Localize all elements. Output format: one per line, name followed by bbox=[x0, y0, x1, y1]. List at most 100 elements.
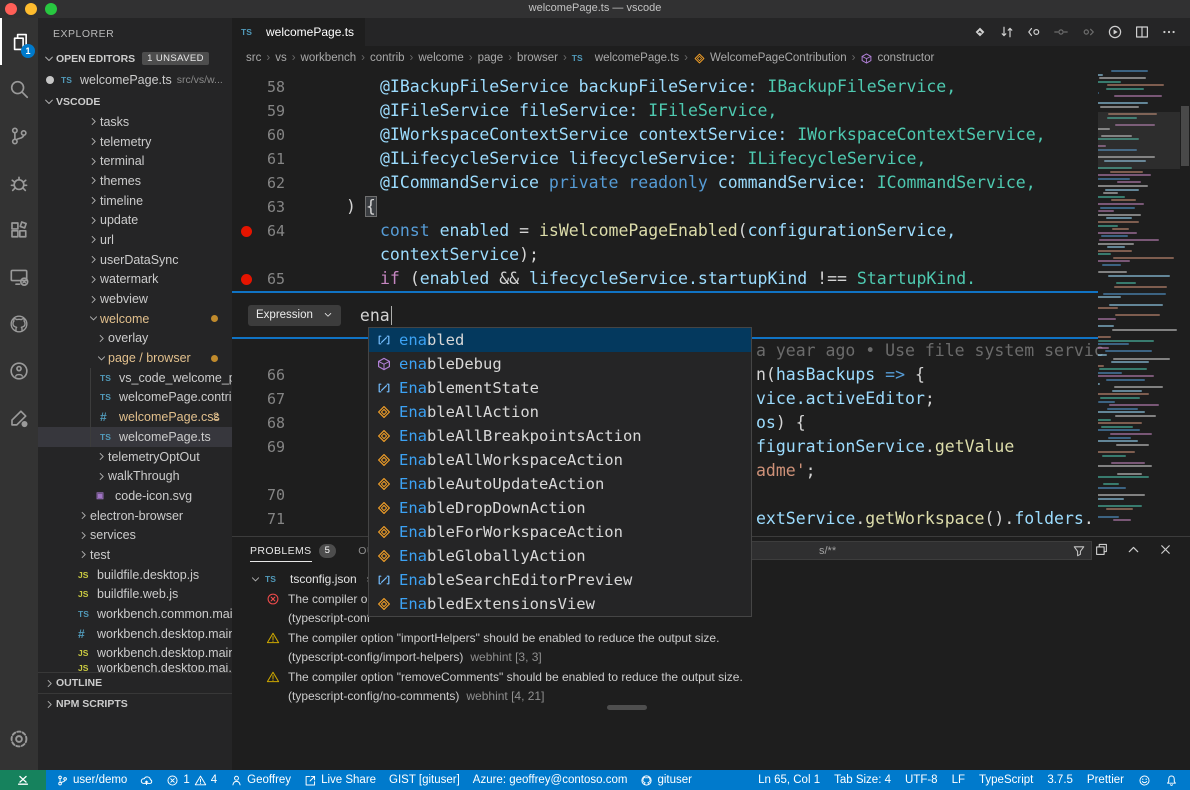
line-number-gutter[interactable]: 59 bbox=[232, 99, 312, 123]
suggestion-enableallaction[interactable]: EnableAllAction bbox=[369, 400, 751, 424]
breadcrumb-item-welcomepage-ts[interactable]: TSwelcomePage.ts bbox=[572, 52, 679, 64]
suggestion-enabled[interactable]: enabled bbox=[369, 328, 751, 352]
next-change-icon[interactable] bbox=[1080, 24, 1096, 40]
breakpoint-icon[interactable] bbox=[241, 226, 252, 237]
line-number-gutter[interactable]: 66 bbox=[232, 363, 312, 387]
line-number-gutter[interactable]: 61 bbox=[232, 147, 312, 171]
remote-indicator[interactable] bbox=[0, 770, 46, 790]
problem-meta[interactable]: (typescript-config/no-comments)webhint [… bbox=[232, 687, 1190, 707]
status-item-3-7-5[interactable]: 3.7.5 bbox=[1047, 774, 1073, 786]
run-circle-icon[interactable] bbox=[1107, 24, 1123, 40]
suggestion-enablesearcheditorpreview[interactable]: EnableSearchEditorPreview bbox=[369, 568, 751, 592]
restore-panel-icon[interactable] bbox=[1094, 542, 1109, 557]
line-number-gutter[interactable]: 65 bbox=[232, 267, 312, 291]
tree-item-welcomepage-contri-[interactable]: TSwelcomePage.contri... bbox=[38, 388, 232, 408]
line-number-gutter[interactable] bbox=[232, 339, 312, 363]
line-number-gutter[interactable]: 58 bbox=[232, 75, 312, 99]
workspace-section-header[interactable]: VSCODE bbox=[38, 91, 232, 112]
breadcrumb-item-workbench[interactable]: workbench bbox=[301, 52, 357, 64]
tree-item-vs-code-welcome-pa-[interactable]: TSvs_code_welcome_pa... bbox=[38, 368, 232, 388]
tree-item-buildfile-desktop-js[interactable]: JSbuildfile.desktop.js bbox=[38, 565, 232, 585]
activity-bar-item-search[interactable] bbox=[0, 65, 38, 112]
breadcrumb-item-constructor[interactable]: constructor bbox=[860, 52, 934, 65]
maximize-panel-icon[interactable] bbox=[1126, 542, 1141, 557]
tree-item-page-browser[interactable]: page / browser bbox=[38, 348, 232, 368]
breakpoint-icon[interactable] bbox=[241, 274, 252, 285]
line-number-gutter[interactable] bbox=[232, 459, 312, 483]
tree-item-webview[interactable]: webview bbox=[38, 289, 232, 309]
tab-welcomepage[interactable]: TS welcomePage.ts bbox=[232, 18, 365, 46]
breadcrumb-item-src[interactable]: src bbox=[246, 52, 261, 64]
problem-meta[interactable]: (typescript-config/import-helpers)webhin… bbox=[232, 648, 1190, 668]
status-item-tab-size-4[interactable]: Tab Size: 4 bbox=[834, 774, 891, 786]
status-item-feedback-smiley[interactable] bbox=[1138, 774, 1151, 787]
line-number-gutter[interactable]: 70 bbox=[232, 483, 312, 507]
line-number-gutter[interactable]: 60 bbox=[232, 123, 312, 147]
tree-item-timeline[interactable]: timeline bbox=[38, 191, 232, 211]
sidebar-section-npm-scripts[interactable]: NPM SCRIPTS bbox=[38, 693, 232, 714]
status-item-1[interactable]: 14 bbox=[166, 774, 217, 787]
breadcrumb-item-page[interactable]: page bbox=[478, 52, 504, 64]
tree-item-tasks[interactable]: tasks bbox=[38, 112, 232, 132]
breadcrumb-item-browser[interactable]: browser bbox=[517, 52, 558, 64]
tree-item-electron-browser[interactable]: electron-browser bbox=[38, 506, 232, 526]
tree-item-welcomepage-css[interactable]: #welcomePage.css2 bbox=[38, 407, 232, 427]
tree-item-walkthrough[interactable]: walkThrough bbox=[38, 466, 232, 486]
open-editors-header[interactable]: OPEN EDITORS 1 UNSAVED bbox=[38, 48, 232, 69]
status-item-ln-65-col-1[interactable]: Ln 65, Col 1 bbox=[758, 774, 820, 786]
activity-bar-item-github[interactable] bbox=[0, 300, 38, 347]
panel-horizontal-scrollbar[interactable] bbox=[607, 705, 647, 710]
tree-item-code-icon-svg[interactable]: ▣code-icon.svg bbox=[38, 486, 232, 506]
tree-item-workbench-common-mai-[interactable]: TSworkbench.common.mai... bbox=[38, 604, 232, 624]
activity-bar-item-explorer[interactable]: 1 bbox=[0, 18, 38, 65]
suggestion-enablementstate[interactable]: EnablementState bbox=[369, 376, 751, 400]
tree-item-telemetry[interactable]: telemetry bbox=[38, 132, 232, 152]
status-item-gist-gituser-[interactable]: GIST [gituser] bbox=[389, 774, 460, 786]
status-item-utf-8[interactable]: UTF-8 bbox=[905, 774, 938, 786]
status-item-typescript[interactable]: TypeScript bbox=[979, 774, 1033, 786]
line-number-gutter[interactable]: 64 bbox=[232, 219, 312, 243]
problem-row[interactable]: The compiler option "removeComments" sho… bbox=[232, 667, 1190, 687]
status-item-lf[interactable]: LF bbox=[952, 774, 965, 786]
status-item-user-demo[interactable]: user/demo bbox=[56, 774, 127, 787]
activity-bar-item-remote-explorer[interactable] bbox=[0, 253, 38, 300]
tree-item-buildfile-web-js[interactable]: JSbuildfile.web.js bbox=[38, 585, 232, 605]
suggestion-enableallbreakpointsaction[interactable]: EnableAllBreakpointsAction bbox=[369, 424, 751, 448]
tree-item-test[interactable]: test bbox=[38, 545, 232, 565]
status-item-gituser[interactable]: gituser bbox=[640, 774, 692, 787]
expression-mode-dropdown[interactable]: Expression bbox=[248, 305, 341, 326]
breadcrumb-item-vs[interactable]: vs bbox=[275, 52, 287, 64]
panel-tab-problems[interactable]: PROBLEMS5 bbox=[250, 540, 336, 562]
close-panel-icon[interactable] bbox=[1158, 542, 1173, 557]
line-number-gutter[interactable]: 68 bbox=[232, 411, 312, 435]
status-item-geoffrey[interactable]: Geoffrey bbox=[230, 774, 291, 787]
line-number-gutter[interactable]: 62 bbox=[232, 171, 312, 195]
tree-item-watermark[interactable]: watermark bbox=[38, 270, 232, 290]
tree-item-update[interactable]: update bbox=[38, 210, 232, 230]
activity-bar-item-extensions[interactable] bbox=[0, 206, 38, 253]
tree-item-userdatasync[interactable]: userDataSync bbox=[38, 250, 232, 270]
tree-item-terminal[interactable]: terminal bbox=[38, 151, 232, 171]
activity-bar-item-run-debug[interactable] bbox=[0, 159, 38, 206]
tree-item-workbench-desktop-main-[interactable]: JSworkbench.desktop.main... bbox=[38, 644, 232, 664]
tree-item-overlay[interactable]: overlay bbox=[38, 329, 232, 349]
activity-bar-item-live-share[interactable] bbox=[0, 347, 38, 394]
session-diamond-icon[interactable] bbox=[972, 24, 988, 40]
line-number-gutter[interactable]: 71 bbox=[232, 507, 312, 531]
tree-item-themes[interactable]: themes bbox=[38, 171, 232, 191]
suggestion-enabledextensionsview[interactable]: EnabledExtensionsView bbox=[369, 592, 751, 616]
activity-bar-item-pull-requests[interactable] bbox=[0, 394, 38, 441]
line-number-gutter[interactable]: 69 bbox=[232, 435, 312, 459]
line-number-gutter[interactable]: 63 bbox=[232, 195, 312, 219]
editor-scrollbar[interactable] bbox=[1181, 106, 1189, 166]
tree-item-welcomepage-ts[interactable]: TSwelcomePage.ts bbox=[38, 427, 232, 447]
split-editor-icon[interactable] bbox=[1134, 24, 1150, 40]
status-item-cloud-upload[interactable] bbox=[140, 774, 153, 787]
suggestion-enabledropdownaction[interactable]: EnableDropDownAction bbox=[369, 496, 751, 520]
breadcrumb-item-welcomepagecontribution[interactable]: WelcomePageContribution bbox=[693, 52, 847, 65]
minimap-slider[interactable] bbox=[1098, 112, 1180, 169]
status-item-azure-geoffrey-contoso-com[interactable]: Azure: geoffrey@contoso.com bbox=[473, 774, 628, 786]
suggestion-enablegloballyaction[interactable]: EnableGloballyAction bbox=[369, 544, 751, 568]
suggestion-enableautoupdateaction[interactable]: EnableAutoUpdateAction bbox=[369, 472, 751, 496]
prev-change-icon[interactable] bbox=[1053, 24, 1069, 40]
